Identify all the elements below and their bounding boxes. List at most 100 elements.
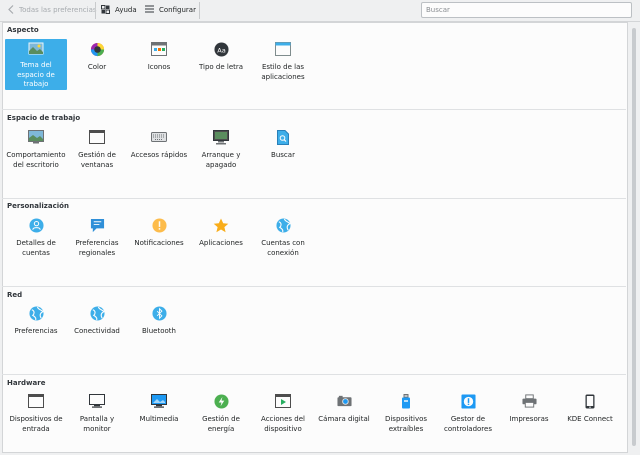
toolbar: Todas las preferencias Ayuda Configurar	[0, 0, 640, 22]
item-desktop-behavior[interactable]: Comportamiento del escritorio	[5, 129, 67, 170]
item-label: Comportamiento del escritorio	[6, 151, 66, 169]
monitor-icon	[89, 393, 105, 409]
notification-icon	[151, 217, 167, 233]
item-application-style[interactable]: Estilo de las aplicaciones	[252, 41, 314, 82]
item-label: KDE Connect	[567, 415, 613, 423]
item-notifications[interactable]: Notificaciones	[128, 217, 190, 249]
item-printers[interactable]: Impresoras	[498, 393, 560, 425]
item-kde-connect[interactable]: KDE Connect	[559, 393, 621, 425]
desktop-behavior-icon	[28, 129, 44, 145]
startup-shutdown-icon	[213, 129, 229, 145]
back-button-label: Todas las preferencias	[19, 6, 97, 14]
item-online-accounts[interactable]: Cuentas con conexión	[252, 217, 314, 258]
help-icon	[101, 4, 110, 16]
help-button-label: Ayuda	[115, 6, 137, 14]
scrollbar-thumb[interactable]	[632, 28, 636, 446]
search-field[interactable]	[421, 2, 632, 18]
item-search[interactable]: Buscar	[252, 129, 314, 161]
item-driver-manager[interactable]: Gestor de controladores	[437, 393, 499, 434]
color-wheel-icon	[89, 41, 105, 57]
multimedia-icon	[151, 393, 167, 409]
bluetooth-icon	[151, 305, 167, 321]
icons-icon	[151, 41, 167, 57]
svg-text:Aa: Aa	[217, 46, 226, 54]
item-power-management[interactable]: Gestión de energía	[190, 393, 252, 434]
item-bluetooth[interactable]: Bluetooth	[128, 305, 190, 337]
printer-icon	[521, 393, 537, 409]
star-icon	[213, 217, 229, 233]
item-label: Gestión de ventanas	[78, 151, 116, 169]
item-network-preferences[interactable]: Preferencias	[5, 305, 67, 337]
search-input[interactable]	[422, 3, 630, 17]
item-label: Dispositivos de entrada	[9, 415, 63, 433]
item-workspace-theme[interactable]: Tema del espacio de trabajo	[5, 39, 67, 90]
item-label: Gestor de controladores	[444, 415, 492, 433]
item-icons[interactable]: Iconos	[128, 41, 190, 73]
group-separator	[2, 109, 626, 110]
group-title-network: Red	[7, 291, 23, 299]
item-applications[interactable]: Aplicaciones	[190, 217, 252, 249]
item-label: Acciones del dispositivo	[261, 415, 305, 433]
hamburger-menu-icon	[145, 5, 154, 15]
item-label: Gestión de energía	[202, 415, 240, 433]
item-label: Multimedia	[139, 415, 179, 423]
item-connectivity[interactable]: Conectividad	[66, 305, 128, 337]
connectivity-globe-icon	[89, 305, 105, 321]
item-startup-shutdown[interactable]: Arranque y apagado	[190, 129, 252, 170]
power-icon	[213, 393, 229, 409]
item-label: Tipo de letra	[198, 63, 244, 71]
group-title-aspecto: Aspecto	[7, 26, 39, 34]
item-device-actions[interactable]: Acciones del dispositivo	[252, 393, 314, 434]
chevron-left-icon	[8, 4, 14, 16]
font-icon: Aa	[213, 41, 229, 57]
input-devices-icon	[28, 393, 44, 409]
keyboard-icon	[151, 129, 167, 145]
item-regional-settings[interactable]: Preferencias regionales	[66, 217, 128, 258]
group-title-hardware: Hardware	[7, 379, 46, 387]
item-digital-camera[interactable]: Cámara digital	[313, 393, 375, 425]
configure-button-label: Configurar	[159, 6, 196, 14]
item-label: Cuentas con conexión	[261, 239, 305, 257]
help-button[interactable]: Ayuda	[101, 0, 137, 20]
item-display-monitor[interactable]: Pantalla y monitor	[66, 393, 128, 434]
item-font[interactable]: Aa Tipo de letra	[190, 41, 252, 73]
item-label: Accesos rápidos	[130, 151, 188, 159]
item-input-devices[interactable]: Dispositivos de entrada	[5, 393, 67, 434]
camera-icon	[336, 393, 352, 409]
item-label: Preferencias regionales	[75, 239, 119, 257]
workspace-theme-icon	[28, 41, 44, 57]
application-style-icon	[275, 41, 291, 57]
back-button[interactable]: Todas las preferencias	[8, 0, 97, 20]
toolbar-separator	[199, 2, 200, 19]
item-removable-devices[interactable]: Dispositivos extraíbles	[375, 393, 437, 434]
item-label: Color	[87, 63, 107, 71]
item-label: Dispositivos extraíbles	[384, 415, 428, 433]
user-account-icon	[28, 217, 44, 233]
configure-button[interactable]: Configurar	[145, 0, 196, 20]
item-label: Detalles de cuentas	[16, 239, 56, 257]
item-label: Aplicaciones	[199, 239, 243, 247]
item-label: Notificaciones	[134, 239, 184, 247]
group-separator	[2, 198, 626, 199]
item-window-management[interactable]: Gestión de ventanas	[66, 129, 128, 170]
item-color[interactable]: Color	[66, 41, 128, 73]
network-globe-icon	[28, 305, 44, 321]
item-label: Estilo de las aplicaciones	[261, 63, 305, 81]
item-multimedia[interactable]: Multimedia	[128, 393, 190, 425]
item-label: Pantalla y monitor	[79, 415, 115, 433]
group-separator	[2, 286, 626, 287]
item-label: Tema del espacio de trabajo	[17, 61, 55, 88]
device-actions-icon	[275, 393, 291, 409]
online-accounts-globe-icon	[275, 217, 291, 233]
group-title-personalization: Personalización	[7, 202, 69, 210]
toolbar-separator	[95, 2, 96, 19]
item-label: Iconos	[147, 63, 171, 71]
driver-manager-icon	[460, 393, 476, 409]
item-label: Bluetooth	[142, 327, 176, 335]
group-title-workspace: Espacio de trabajo	[7, 114, 81, 122]
item-shortcuts[interactable]: Accesos rápidos	[128, 129, 190, 161]
group-separator	[2, 374, 626, 375]
item-account-details[interactable]: Detalles de cuentas	[5, 217, 67, 258]
item-label: Conectividad	[74, 327, 120, 335]
regional-flag-icon	[89, 217, 105, 233]
